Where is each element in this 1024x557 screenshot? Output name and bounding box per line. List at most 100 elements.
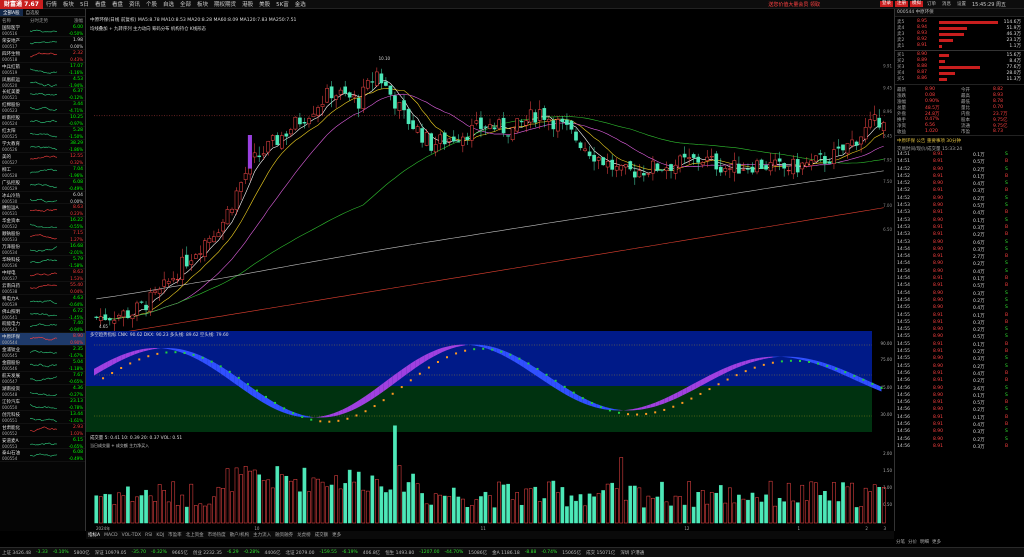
kline-chart-svg[interactable]: 中原环保(日线 前复权) MA5:8.78 MA10:8.53 MA20:8.2… xyxy=(86,9,894,531)
kline-chart-area[interactable]: 中原环保(日线 前复权) MA5:8.78 MA10:8.53 MA20:8.2… xyxy=(86,9,894,531)
toolbar-button-5[interactable]: 设置 xyxy=(955,1,968,7)
tick-time: 14:55 xyxy=(897,334,910,340)
tick-row: 14:55 8.90 0.5万 S xyxy=(895,334,1024,341)
tab-all-a-shares[interactable]: 全部A股 xyxy=(0,9,23,16)
stock-list-row[interactable]: 红棉股份 000523 3.44 -4.71% xyxy=(0,101,85,115)
indicator-tab[interactable]: 市盈率 xyxy=(168,532,182,538)
indicator-tab[interactable]: 成交额 xyxy=(315,532,329,538)
menu-item-10[interactable]: 期权期货 xyxy=(211,0,239,8)
stock-list-row[interactable]: 中绿电 000537 8.63 1.53% xyxy=(0,269,85,282)
menu-item-11[interactable]: 港股 xyxy=(239,0,256,8)
menu-item-9[interactable]: 板块 xyxy=(194,0,211,8)
stock-price: 7.15 xyxy=(72,231,83,237)
quote-bottom-tab[interactable]: 分价 xyxy=(908,539,917,545)
indicator-tab[interactable]: KDJ xyxy=(156,533,164,538)
menu-item-8[interactable]: 全部 xyxy=(177,0,194,8)
quote-bottom-tab[interactable]: 更多 xyxy=(932,539,941,545)
candle xyxy=(501,117,506,134)
menu-item-13[interactable]: 5K富 xyxy=(273,0,292,8)
stock-list-row[interactable]: 荣安地产 000517 1.98 0.00% xyxy=(0,37,85,50)
indicator-tab[interactable]: VOL-TDX xyxy=(122,533,141,538)
indicator-tab[interactable]: 市场热度 xyxy=(208,532,226,538)
oscillator-dot xyxy=(111,372,114,375)
stock-list-row[interactable]: 皖能电力 000543 7.40 -0.94% xyxy=(0,320,85,334)
stock-list-row[interactable]: 中兵红箭 000519 17.07 -1.16% xyxy=(0,63,85,76)
menu-item-14[interactable]: 金选 xyxy=(292,0,309,8)
indicator-tab[interactable]: 更多 xyxy=(332,532,341,538)
menu-item-0[interactable]: 行情 xyxy=(43,0,60,8)
toolbar-button-2[interactable]: 模拟 xyxy=(909,1,923,7)
stock-list-row[interactable]: 四环生物 000518 2.32 0.43% xyxy=(0,50,85,63)
stock-list-row[interactable]: 柳工 000528 7.04 -1.96% xyxy=(0,166,85,179)
tab-watchlist[interactable]: 自选股 xyxy=(23,9,43,16)
quote-bottom-tab[interactable]: 分笔 xyxy=(896,539,905,545)
menu-item-3[interactable]: 看盘 xyxy=(92,0,109,8)
stock-list-row[interactable]: 甘肃能化 000552 2.93 1.03% xyxy=(0,424,85,437)
menu-item-4[interactable]: 看盘 xyxy=(109,0,126,8)
stock-list-row[interactable]: 岭南控股 000524 10.25 -0.97% xyxy=(0,114,85,128)
menu-item-6[interactable]: 个股 xyxy=(143,0,160,8)
stock-list-row[interactable]: 航天发展 000547 7.67 -0.65% xyxy=(0,372,85,385)
stock-list-row[interactable]: 红太阳 000525 5.28 -1.50% xyxy=(0,127,85,141)
stock-list-row[interactable]: 佛山照明 000541 6.72 -1.45% xyxy=(0,308,85,321)
tick-list[interactable]: 14:51 8.91 0.1万 S 14:51 8.91 0.5万 B 14:52 8.90 0.2… xyxy=(895,152,1024,451)
stock-list-row[interactable]: 国际医学 000516 6.00 -0.50% xyxy=(0,24,85,37)
toolbar-button-1[interactable]: 注册 xyxy=(894,1,908,7)
indicator-tab[interactable]: 融资融券 xyxy=(275,532,293,538)
stock-list-row[interactable]: 金浦钛业 000545 2.35 -1.67% xyxy=(0,346,85,360)
app-logo[interactable]: 财富通 7.67 xyxy=(0,0,43,9)
stock-price: 2.35 xyxy=(72,347,83,353)
col-pct[interactable]: 涨幅 xyxy=(74,18,83,24)
menu-item-1[interactable]: 板块 xyxy=(60,0,77,8)
stock-list-row[interactable]: 学大教育 000526 38.29 -1.86% xyxy=(0,140,85,153)
oscillator-dot xyxy=(328,420,331,423)
quote-bottom-tab[interactable]: 明细 xyxy=(920,539,929,545)
stock-list-row[interactable]: 华金资本 000532 16.22 -0.55% xyxy=(0,217,85,231)
stock-list-row[interactable]: 云南白药 000538 55.40 0.04% xyxy=(0,282,85,295)
notice-line[interactable]: 中原环保 公告 重要事项 30分钟 xyxy=(895,135,1024,146)
indicator-tab[interactable]: 散户/机构 xyxy=(230,532,250,538)
toolbar-button-3[interactable]: 订单 xyxy=(925,1,938,7)
sparkline xyxy=(30,246,58,253)
stock-list-row[interactable]: 凤凰航运 000520 4.53 -1.94% xyxy=(0,76,85,89)
menu-item-5[interactable]: 资讯 xyxy=(126,0,143,8)
stock-list-row[interactable]: 湖南投资 000548 4.36 -0.27% xyxy=(0,385,85,398)
toolbar-button-0[interactable]: 登录 xyxy=(879,1,893,7)
stock-list-row[interactable]: 金圆股份 000546 5.04 -1.18% xyxy=(0,359,85,373)
toolbar-button-4[interactable]: 消息 xyxy=(940,1,953,7)
oscillator-dot xyxy=(391,392,394,395)
stock-list-row[interactable]: 万泽股份 000534 16.68 -2.01% xyxy=(0,243,85,257)
stock-list-row[interactable]: 创元科技 000551 13.44 -1.61% xyxy=(0,411,85,424)
menu-item-12[interactable]: 美股 xyxy=(256,0,273,8)
stock-list-row[interactable]: 长虹美菱 000521 6.37 -0.12% xyxy=(0,88,85,102)
indicator-tab[interactable]: 指标A xyxy=(88,532,100,538)
col-name[interactable]: 名称 xyxy=(2,18,30,24)
stock-list-row[interactable]: 美的 000527 12.55 0.32% xyxy=(0,153,85,166)
promo-banner[interactable]: 送您价值大量会员 领取 xyxy=(768,1,820,8)
menu-item-2[interactable]: 5日 xyxy=(77,0,92,8)
stock-list-row[interactable]: 江铃汽车 000550 23.13 -0.78% xyxy=(0,398,85,411)
stock-list-row[interactable]: 冰山冷热 000530 6.04 0.00% xyxy=(0,192,85,205)
indicator-tab[interactable]: 龙虎榜 xyxy=(297,532,311,538)
stock-code: 000530 xyxy=(2,198,18,204)
stock-list-row[interactable]: 中原环保 000544 8.90 0.90% xyxy=(0,333,85,347)
indicator-tab[interactable]: RSI xyxy=(145,533,152,538)
sparkline xyxy=(30,119,58,124)
order-book-row[interactable]: 卖1 8.91 1.1万 xyxy=(895,43,1024,49)
stock-list-row[interactable]: 泰山石油 000554 6.08 -0.49% xyxy=(0,449,85,463)
col-chart[interactable]: 分时走势 xyxy=(30,18,64,24)
stock-list-row[interactable]: 粤电力A 000539 4.63 -0.64% xyxy=(0,295,85,308)
sparkline xyxy=(30,29,58,33)
stock-list-row[interactable]: 安道麦A 000553 6.15 -0.65% xyxy=(0,437,85,450)
quote-bottom-tabs: 分笔 分价 明细 更多 xyxy=(894,537,1024,547)
indicator-tab[interactable]: MACD xyxy=(104,533,118,538)
volume-bar xyxy=(420,493,424,524)
stock-list-row[interactable]: 华映科技 000536 5.79 -1.58% xyxy=(0,256,85,269)
indicator-tab[interactable]: 北上资金 xyxy=(186,532,204,538)
stock-list-row[interactable]: 广弘控股 000529 6.08 -0.49% xyxy=(0,179,85,192)
menu-item-7[interactable]: 自选 xyxy=(160,0,177,8)
indicator-tab[interactable]: 主力流入 xyxy=(253,532,271,538)
stock-list-row[interactable]: 穗恒运A 000531 8.63 0.23% xyxy=(0,204,85,218)
order-book-row[interactable]: 买5 8.86 11.3万 xyxy=(895,76,1024,82)
stock-list-row[interactable]: 顺钠股份 000533 7.15 1.27% xyxy=(0,230,85,244)
